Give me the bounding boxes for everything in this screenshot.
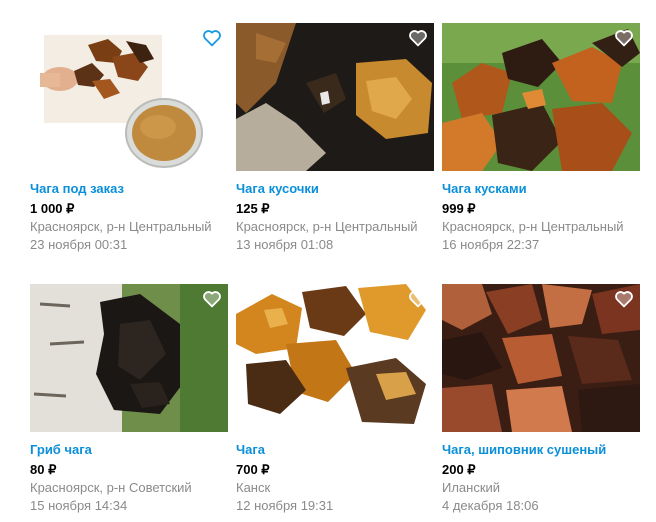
listing-price: 80 ₽: [30, 462, 57, 477]
listing-date: 15 ноября 14:34: [30, 498, 128, 513]
listing-location: Красноярск, р-н Советский: [30, 480, 192, 495]
listing-date: 12 ноября 19:31: [236, 498, 334, 513]
listing-price: 700 ₽: [236, 462, 270, 477]
listing-title-link[interactable]: Чага кусками: [442, 181, 640, 197]
listing-date: 4 декабря 18:06: [442, 498, 539, 513]
heart-outline-icon[interactable]: [408, 29, 428, 47]
listing-grid: Чага под заказ 1 000 ₽ Красноярск, р-н Ц…: [0, 0, 656, 522]
listing-card[interactable]: Чага 700 ₽ Канск 12 ноября 19:31: [236, 284, 434, 514]
listing-image[interactable]: [30, 284, 228, 432]
listing-image[interactable]: [442, 23, 640, 171]
listing-location: Канск: [236, 480, 271, 495]
listing-title-link[interactable]: Чага под заказ: [30, 181, 228, 197]
listing-card[interactable]: Чага под заказ 1 000 ₽ Красноярск, р-н Ц…: [30, 23, 228, 253]
listing-image[interactable]: [236, 23, 434, 171]
listing-location: Красноярск, р-н Центральный: [236, 219, 418, 234]
listing-date: 13 ноября 01:08: [236, 237, 334, 252]
chaga-birch-photo: [30, 284, 228, 432]
listing-card[interactable]: Чага, шиповник сушеный 200 ₽ Иланский 4 …: [442, 284, 640, 514]
listing-price: 125 ₽: [236, 201, 270, 216]
chaga-pile-photo: [442, 23, 640, 171]
listing-card[interactable]: Гриб чага 80 ₽ Красноярск, р-н Советский…: [30, 284, 228, 514]
chaga-dried-photo: [442, 284, 640, 432]
listing-price: 1 000 ₽: [30, 201, 75, 216]
listing-image[interactable]: [236, 284, 434, 432]
listing-card[interactable]: Чага кусочки 125 ₽ Красноярск, р-н Центр…: [236, 23, 434, 253]
heart-outline-icon[interactable]: [614, 290, 634, 308]
listing-date: 23 ноября 00:31: [30, 237, 128, 252]
listing-title-link[interactable]: Чага кусочки: [236, 181, 434, 197]
heart-outline-icon[interactable]: [614, 29, 634, 47]
listing-location: Красноярск, р-н Центральный: [30, 219, 212, 234]
listing-location: Красноярск, р-н Центральный: [442, 219, 624, 234]
listing-title-link[interactable]: Чага: [236, 442, 434, 458]
listing-title-link[interactable]: Гриб чага: [30, 442, 228, 458]
listing-card[interactable]: Чага кусками 999 ₽ Красноярск, р-н Центр…: [442, 23, 640, 253]
heart-outline-icon[interactable]: [202, 29, 222, 47]
listing-date: 16 ноября 22:37: [442, 237, 540, 252]
listing-image[interactable]: [30, 23, 228, 171]
heart-outline-icon[interactable]: [408, 290, 428, 308]
listing-location: Иланский: [442, 480, 501, 495]
chaga-on-tree-photo: [236, 23, 434, 171]
chaga-powder-photo: [30, 23, 228, 171]
listing-title-link[interactable]: Чага, шиповник сушеный: [442, 442, 640, 458]
heart-outline-icon[interactable]: [202, 290, 222, 308]
listing-price: 999 ₽: [442, 201, 476, 216]
listing-image[interactable]: [442, 284, 640, 432]
chaga-chunks-photo: [236, 284, 434, 432]
listing-price: 200 ₽: [442, 462, 476, 477]
